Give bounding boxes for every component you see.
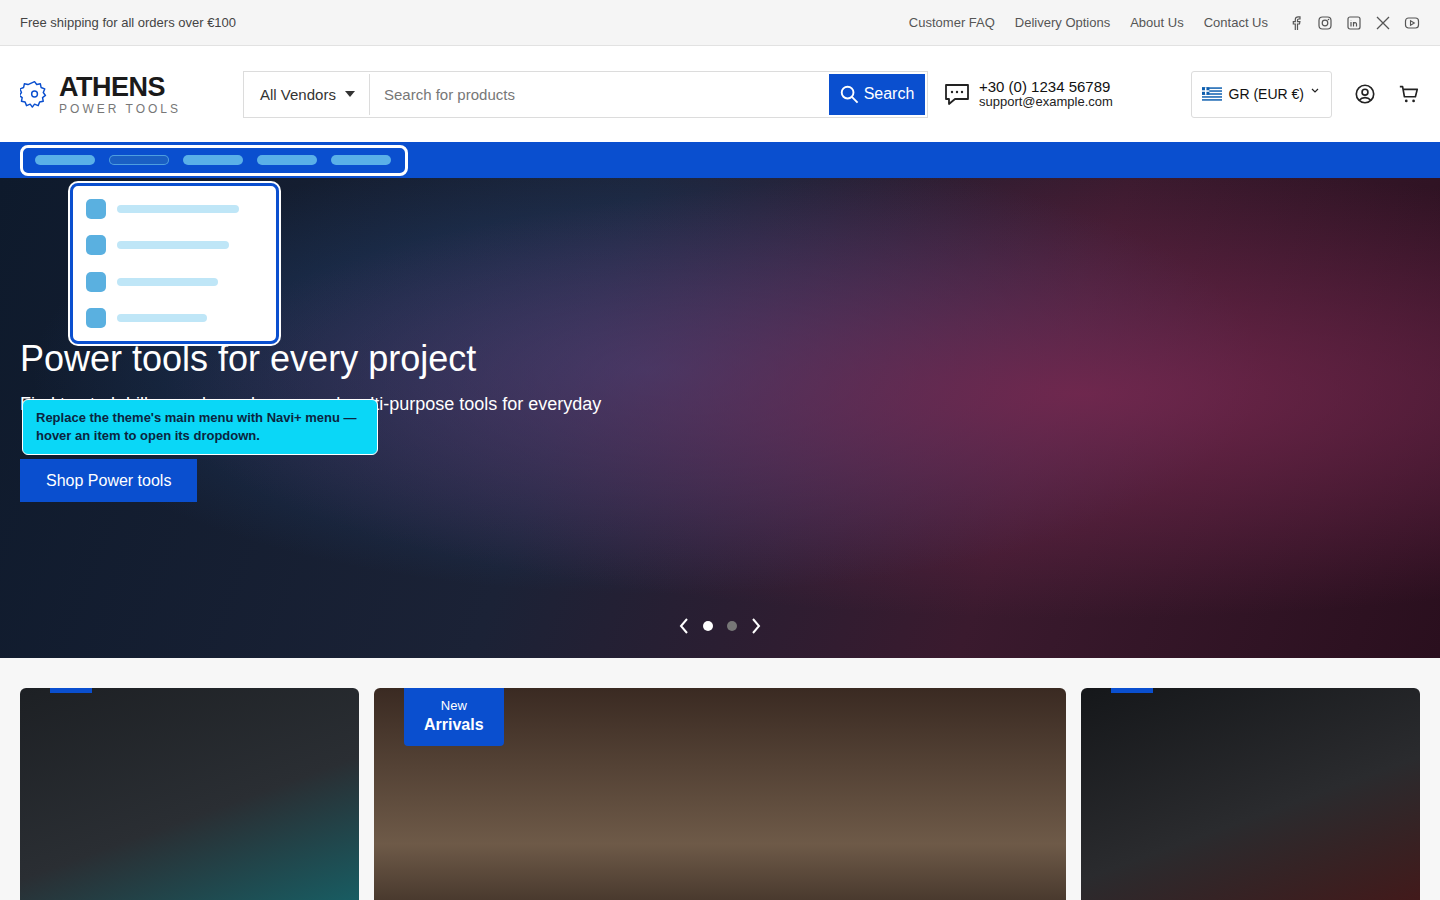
x-icon[interactable] <box>1375 15 1391 31</box>
next-arrow-icon[interactable] <box>751 618 761 634</box>
currency-label: GR (EUR €) <box>1229 86 1304 102</box>
vendor-select[interactable]: All Vendors <box>246 74 370 115</box>
youtube-icon[interactable] <box>1404 15 1420 31</box>
top-link[interactable]: Customer FAQ <box>909 15 995 30</box>
top-link[interactable]: Delivery Options <box>1015 15 1110 30</box>
social-links <box>1288 15 1420 31</box>
dropdown-row-line <box>117 205 239 213</box>
carousel-controls <box>0 618 1440 634</box>
search-button[interactable]: Search <box>829 74 925 115</box>
dropdown-preview <box>70 183 279 344</box>
gear-icon <box>20 74 49 114</box>
tooltip: Replace the theme's main menu with Navi+… <box>22 399 378 455</box>
shop-button[interactable]: Shop Power tools <box>20 459 197 502</box>
promo-card[interactable] <box>20 688 359 900</box>
dropdown-row-line <box>117 241 229 249</box>
logo[interactable]: ATHENS POWER TOOLS <box>20 74 181 115</box>
dropdown-row[interactable] <box>86 199 263 219</box>
dropdown-row-icon <box>86 272 106 292</box>
dropdown-row[interactable] <box>86 308 263 328</box>
facebook-icon[interactable] <box>1288 15 1304 31</box>
menu-pill[interactable] <box>35 155 95 165</box>
prev-arrow-icon[interactable] <box>679 618 689 634</box>
greece-flag-icon <box>1202 87 1222 101</box>
email[interactable]: support@example.com <box>979 95 1113 109</box>
account-icon[interactable] <box>1354 83 1376 105</box>
page: Free shipping for all orders over €100 Cu… <box>0 0 1440 900</box>
instagram-icon[interactable] <box>1317 15 1333 31</box>
badge-bottom: Arrivals <box>424 716 484 734</box>
carousel-dot[interactable] <box>703 621 713 631</box>
card-tab <box>50 688 92 693</box>
header: ATHENS POWER TOOLS All Vendors Search +30 (0… <box>0 46 1440 142</box>
vendor-label: All Vendors <box>260 86 336 103</box>
nav-bar <box>0 142 1440 178</box>
top-links: Customer FAQ Delivery Options About Us Cont… <box>909 15 1420 31</box>
contact: +30 (0) 1234 56789support@example.com <box>943 79 1113 110</box>
caret-icon <box>345 91 355 97</box>
contact-text: +30 (0) 1234 56789support@example.com <box>979 79 1113 110</box>
logo-tagline: POWER TOOLS <box>59 103 181 115</box>
dropdown-row-line <box>117 278 218 286</box>
menu-pill[interactable] <box>257 155 317 165</box>
top-bar: Free shipping for all orders over €100 Cu… <box>0 0 1440 46</box>
top-link[interactable]: About Us <box>1130 15 1183 30</box>
search-bar: All Vendors Search <box>243 71 928 118</box>
dropdown-row-icon <box>86 199 106 219</box>
dropdown-row[interactable] <box>86 272 263 292</box>
dropdown-row-icon <box>86 308 106 328</box>
currency-select[interactable]: GR (EUR €) <box>1191 71 1332 118</box>
dropdown-row[interactable] <box>86 235 263 255</box>
badge-top: New <box>441 698 467 713</box>
logo-text: ATHENS POWER TOOLS <box>59 74 181 115</box>
magnifier-icon <box>840 85 859 104</box>
linkedin-icon[interactable] <box>1346 15 1362 31</box>
chat-icon <box>943 80 971 108</box>
logo-name: ATHENS <box>59 74 181 101</box>
promo-text: Free shipping for all orders over €100 <box>20 15 236 30</box>
carousel-dot[interactable] <box>727 621 737 631</box>
top-link[interactable]: Contact Us <box>1204 15 1268 30</box>
dropdown-row-icon <box>86 235 106 255</box>
menu-pill[interactable] <box>109 155 169 165</box>
menu-preview <box>20 145 408 176</box>
promo-card[interactable] <box>1081 688 1420 900</box>
menu-pill[interactable] <box>183 155 243 165</box>
card-badge: New Arrivals <box>404 688 504 746</box>
search-input[interactable] <box>370 74 829 115</box>
cart-icon[interactable] <box>1398 83 1420 105</box>
promo-card[interactable]: New Arrivals <box>374 688 1066 900</box>
promo-cards: New Arrivals <box>0 658 1440 900</box>
dropdown-row-line <box>117 314 207 322</box>
card-tab <box>1111 688 1153 693</box>
hero-title: Power tools for every project <box>20 338 601 380</box>
chevron-down-icon <box>1311 88 1319 93</box>
phone[interactable]: +30 (0) 1234 56789 <box>979 79 1113 96</box>
menu-pill[interactable] <box>331 155 391 165</box>
